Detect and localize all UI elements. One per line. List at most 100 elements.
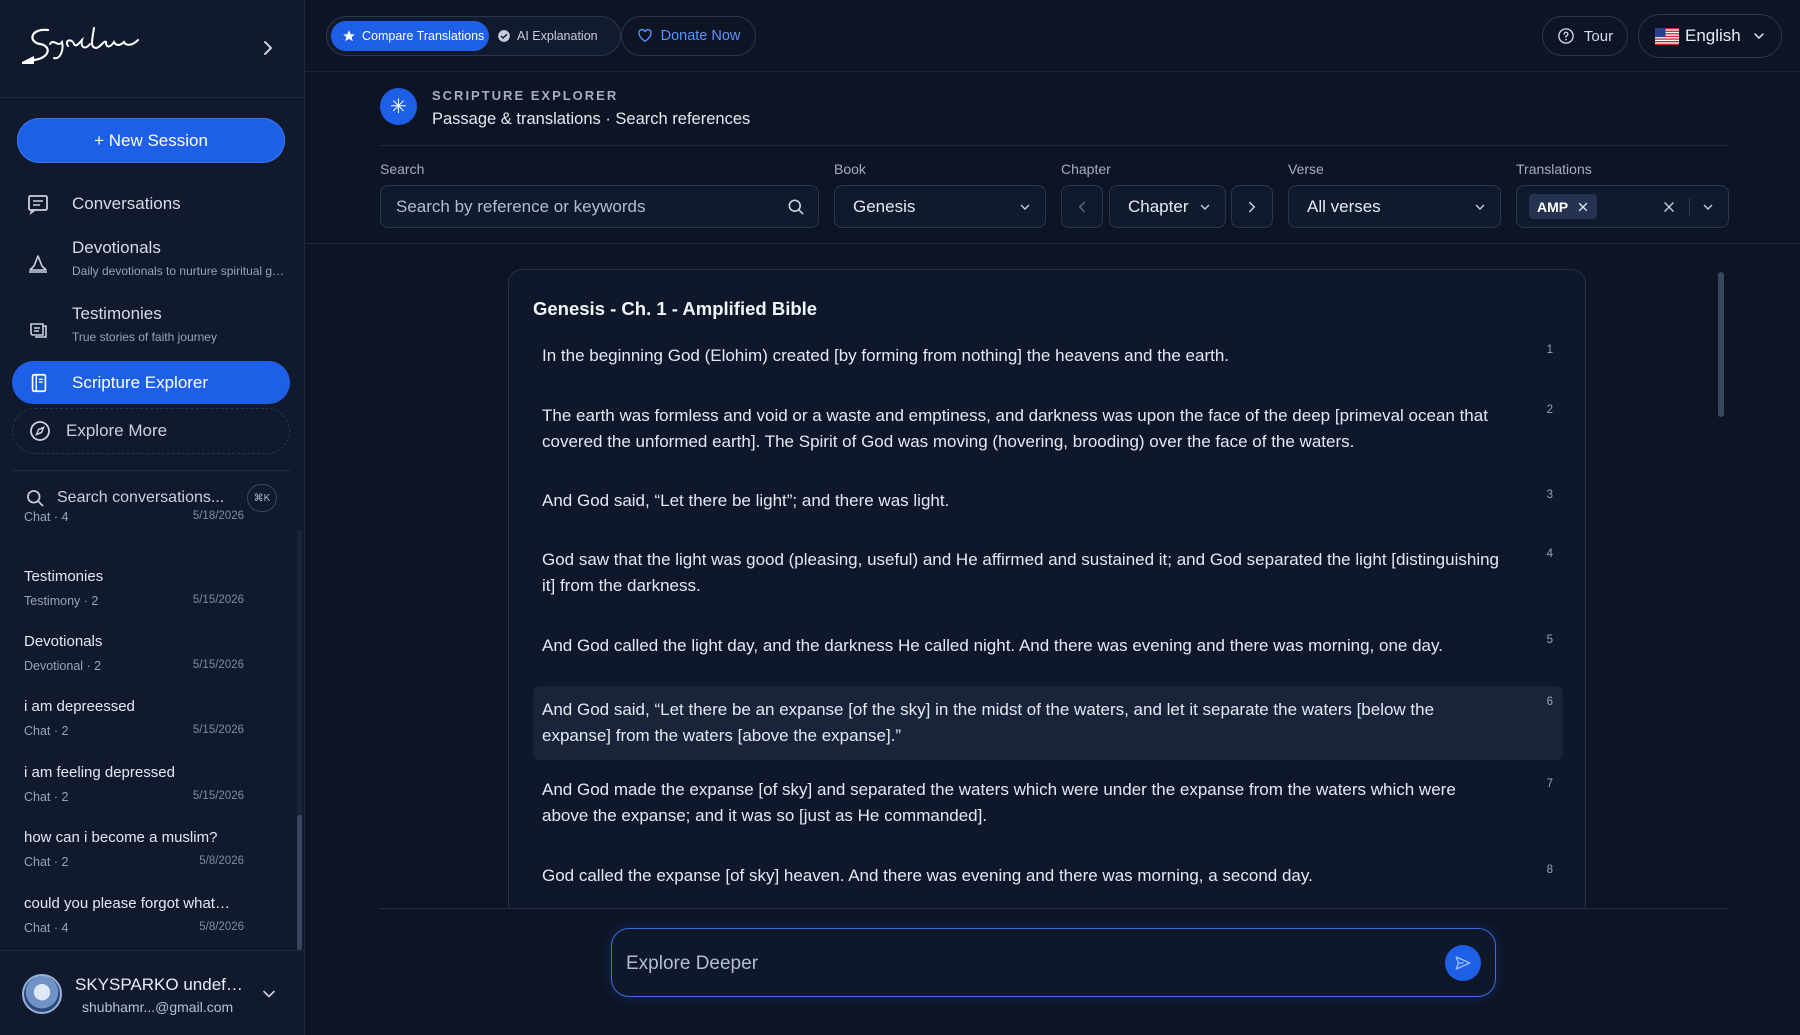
- conversation-date: 5/15/2026: [192, 594, 244, 606]
- send-button[interactable]: [1445, 945, 1481, 981]
- scroll-icon: [30, 323, 47, 338]
- us-flag-icon: [1655, 27, 1679, 45]
- verse-value: All verses: [1307, 196, 1381, 216]
- chevron-down-icon[interactable]: [259, 984, 279, 1004]
- chevron-left-icon: [1078, 201, 1085, 212]
- conversation-date: 5/15/2026: [192, 790, 244, 802]
- page-title: Passage & translations · Search referenc…: [432, 110, 751, 128]
- tour-button[interactable]: Tour: [1542, 16, 1628, 56]
- verse-label: Verse: [1288, 161, 1324, 177]
- verse-text: And God said, “Let there be light”; and …: [542, 491, 950, 510]
- chapter-value: Chapter: [1128, 196, 1189, 216]
- new-session-button[interactable]: + New Session: [17, 118, 285, 163]
- verse-row[interactable]: And God called the light day, and the da…: [533, 624, 1563, 668]
- chevron-right-icon: [1249, 201, 1256, 212]
- clear-icon[interactable]: [1662, 200, 1676, 214]
- conversation-meta: Chat · 2: [24, 790, 69, 804]
- filter-bar: Search Search by reference or keywords B…: [306, 146, 1800, 244]
- sidebar-scrollbar[interactable]: [297, 530, 302, 950]
- verse-text: The earth was formless and void or a was…: [542, 406, 1488, 451]
- translations-select[interactable]: AMP: [1516, 185, 1729, 228]
- app-logo[interactable]: [20, 20, 165, 70]
- chat-icon: [28, 195, 48, 216]
- mode-toggle: Compare Translations AI Explanation: [326, 16, 621, 56]
- previous-chapter-button[interactable]: [1061, 185, 1103, 228]
- list-item[interactable]: Testimonies Testimony · 2 5/15/2026: [24, 568, 244, 608]
- sidebar-item-label: Testimonies: [72, 304, 162, 323]
- verse-row[interactable]: And God said, “Let there be light”; and …: [533, 479, 1563, 523]
- help-circle-icon: [1558, 28, 1574, 44]
- conversation-title: i am depreessed: [24, 698, 135, 715]
- star-icon: [343, 30, 355, 42]
- divider: [380, 908, 1728, 909]
- verse-row[interactable]: God saw that the light was good (pleasin…: [533, 538, 1563, 608]
- conversation-title: Devotionals: [24, 633, 103, 650]
- conversation-meta: Chat · 2: [24, 724, 69, 738]
- passage-title: Genesis - Ch. 1 - Amplified Bible: [533, 298, 818, 319]
- book-icon: [31, 373, 47, 392]
- conversation-title: Testimonies: [24, 568, 104, 585]
- list-item[interactable]: Devotionals Devotional · 2 5/15/2026: [24, 633, 244, 673]
- sidebar-item-devotionals[interactable]: Devotionals Daily devotionals to nurture…: [12, 238, 290, 278]
- verse-text: And God said, “Let there be an expanse […: [542, 700, 1435, 745]
- explore-deeper-placeholder: Explore Deeper: [626, 953, 759, 974]
- verse-number: 5: [1546, 634, 1553, 646]
- passage-scrollbar[interactable]: [1718, 272, 1724, 417]
- close-icon[interactable]: [1577, 201, 1589, 213]
- user-email: shubhamr...@gmail.com: [82, 999, 234, 1015]
- translation-chip[interactable]: AMP: [1529, 194, 1598, 219]
- language-selector[interactable]: English: [1638, 14, 1782, 58]
- verse-row[interactable]: God called the expanse [of sky] heaven. …: [533, 854, 1563, 898]
- search-icon[interactable]: [786, 197, 806, 217]
- next-chapter-button[interactable]: [1231, 185, 1273, 228]
- list-item[interactable]: how can i become a muslim? Chat · 2 5/8/…: [24, 829, 244, 869]
- conversation-date: 5/8/2026: [199, 921, 244, 933]
- conversation-search[interactable]: Search conversations... ⌘K: [25, 484, 277, 512]
- conversation-date: 5/8/2026: [199, 855, 244, 867]
- sidebar-item-description: True stories of faith journey: [72, 330, 217, 344]
- verse-row-highlighted[interactable]: And God said, “Let there be an expanse […: [533, 686, 1563, 760]
- verse-text: And God made the expanse [of sky] and se…: [542, 780, 1456, 825]
- book-value: Genesis: [853, 196, 916, 216]
- passage-card: Genesis - Ch. 1 - Amplified Bible In the…: [508, 269, 1586, 909]
- donate-button[interactable]: Donate Now: [621, 16, 756, 56]
- verse-select[interactable]: All verses: [1288, 185, 1501, 228]
- verse-number: 1: [1546, 344, 1553, 356]
- sidebar-item-testimonies[interactable]: Testimonies True stories of faith journe…: [12, 304, 290, 344]
- translations-label: Translations: [1516, 161, 1592, 177]
- chevron-down-icon[interactable]: [1700, 199, 1716, 215]
- list-item[interactable]: i am feeling depressed Chat · 2 5/15/202…: [24, 764, 244, 804]
- language-label: English: [1685, 26, 1741, 45]
- compare-translations-button[interactable]: Compare Translations: [331, 21, 489, 51]
- chapter-select[interactable]: Chapter: [1109, 185, 1226, 228]
- chevron-right-icon[interactable]: [256, 36, 280, 60]
- explore-deeper-input[interactable]: Explore Deeper: [611, 928, 1496, 997]
- conversation-title: i am feeling depressed: [24, 764, 175, 781]
- logo-row: [0, 0, 305, 98]
- sidebar-item-scripture-explorer[interactable]: Scripture Explorer: [12, 361, 290, 404]
- search-input[interactable]: Search by reference or keywords: [380, 185, 819, 228]
- send-icon: [1455, 956, 1471, 970]
- verse-row[interactable]: And God made the expanse [of sky] and se…: [533, 768, 1563, 838]
- sidebar-item-label: Scripture Explorer: [72, 372, 209, 392]
- user-profile[interactable]: SKYSPARKO undefi… shubhamr...@gmail.com: [0, 950, 305, 1035]
- verse-row[interactable]: The earth was formless and void or a was…: [533, 394, 1563, 464]
- book-select[interactable]: Genesis: [834, 185, 1046, 228]
- compare-translations-label: Compare Translations: [362, 29, 485, 43]
- list-item[interactable]: could you please forgot what… Chat · 4 5…: [24, 895, 244, 935]
- sidebar-item-explore-more[interactable]: Explore More: [12, 408, 290, 454]
- list-item[interactable]: Chat · 4 5/18/2026: [24, 510, 244, 524]
- donate-label: Donate Now: [660, 28, 741, 44]
- ai-explanation-button[interactable]: AI Explanation: [497, 21, 598, 51]
- ai-explanation-label: AI Explanation: [517, 29, 598, 43]
- list-item[interactable]: i am depreessed Chat · 2 5/15/2026: [24, 698, 244, 738]
- conversation-date: 5/18/2026: [192, 510, 244, 522]
- praying-hands-icon: [29, 255, 47, 273]
- chevron-down-icon: [1754, 33, 1764, 40]
- verse-row[interactable]: In the beginning God (Elohim) created [b…: [533, 334, 1563, 378]
- search-icon: [27, 490, 44, 507]
- sidebar-item-label: Explore More: [66, 421, 168, 440]
- sidebar-item-conversations[interactable]: Conversations: [12, 192, 290, 216]
- conversation-title: could you please forgot what…: [24, 895, 230, 912]
- sidebar-scroll-thumb[interactable]: [297, 815, 302, 950]
